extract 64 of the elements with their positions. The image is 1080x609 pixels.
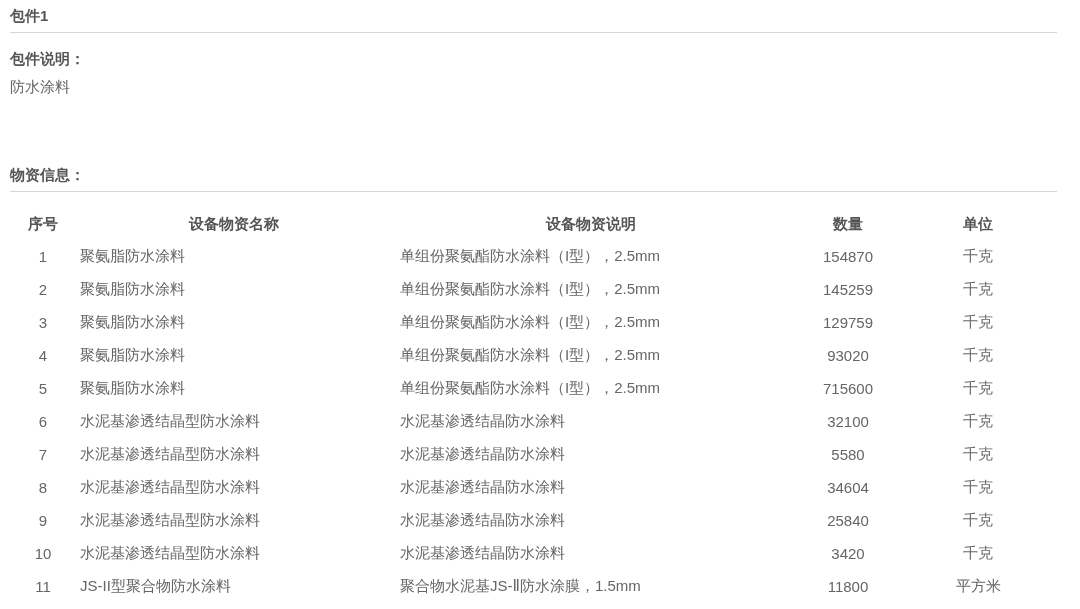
table-cell-text: 3	[37, 313, 49, 333]
table-cell-text: 5	[37, 379, 49, 399]
table-cell-text: 5580	[830, 445, 866, 465]
table-cell-text: 10	[33, 544, 53, 564]
table-cell-text: 11800	[826, 577, 870, 597]
table-cell-text: 32100	[826, 412, 870, 432]
table-cell-text: 水泥基渗透结晶型防水涂料	[79, 477, 261, 497]
table-cell-text: 千克	[962, 543, 994, 563]
table-cell-text: 平方米	[954, 576, 1002, 596]
table-cell-text: 4	[37, 346, 49, 366]
table-cell-text: 715600	[821, 379, 875, 399]
column-header: 单位	[962, 214, 994, 234]
package-title: 包件1	[10, 7, 49, 26]
table-cell-text: 6	[37, 412, 49, 432]
table-cell-text: 单组份聚氨酯防水涂料（I型），2.5mm	[399, 345, 661, 365]
column-header: 数量	[832, 214, 864, 234]
table-cell-text: 千克	[962, 246, 994, 266]
column-header: 设备物资说明	[544, 214, 637, 234]
table-cell-text: 7	[37, 445, 49, 465]
table-cell-text: 千克	[962, 444, 994, 464]
table-cell-text: 千克	[962, 279, 994, 299]
table-cell-text: 2	[37, 280, 49, 300]
table-cell-text: 水泥基渗透结晶型防水涂料	[79, 510, 261, 530]
table-cell-text: JS-II型聚合物防水涂料	[79, 576, 232, 596]
table-cell-text: 单组份聚氨酯防水涂料（I型），2.5mm	[399, 378, 661, 398]
table-cell-text: 水泥基渗透结晶型防水涂料	[79, 411, 261, 431]
section-label: 包件说明：	[10, 50, 86, 69]
table-cell-text: 单组份聚氨酯防水涂料（I型），2.5mm	[399, 279, 661, 299]
table-cell-text: 千克	[962, 477, 994, 497]
table-cell-text: 聚氨脂防水涂料	[79, 279, 186, 299]
table-cell-text: 单组份聚氨酯防水涂料（I型），2.5mm	[399, 246, 661, 266]
table-cell-text: 千克	[962, 411, 994, 431]
table-cell-text: 水泥基渗透结晶防水涂料	[399, 411, 566, 431]
table-cell-text: 34604	[826, 478, 870, 498]
table-cell-text: 聚氨脂防水涂料	[79, 312, 186, 332]
table-cell-text: 单组份聚氨酯防水涂料（I型），2.5mm	[399, 312, 661, 332]
column-header: 序号	[27, 214, 59, 234]
table-cell-text: 聚氨脂防水涂料	[79, 378, 186, 398]
table-cell-text: 9	[37, 511, 49, 531]
table-cell-text: 25840	[826, 511, 870, 531]
table-cell-text: 聚合物水泥基JS-Ⅱ防水涂膜，1.5mm	[399, 576, 642, 596]
column-header: 设备物资名称	[187, 214, 280, 234]
table-cell-text: 水泥基渗透结晶防水涂料	[399, 510, 566, 530]
table-cell-text: 154870	[821, 247, 875, 267]
table-cell-text: 聚氨脂防水涂料	[79, 246, 186, 266]
table-cell-text: 水泥基渗透结晶防水涂料	[399, 477, 566, 497]
table-cell-text: 1	[37, 247, 49, 267]
table-cell-text: 水泥基渗透结晶型防水涂料	[79, 543, 261, 563]
table-cell-text: 聚氨脂防水涂料	[79, 345, 186, 365]
description-text: 防水涂料	[10, 78, 70, 97]
table-cell-text: 千克	[962, 510, 994, 530]
table-cell-text: 145259	[821, 280, 875, 300]
section-label: 物资信息：	[10, 166, 85, 185]
table-cell-text: 3420	[830, 544, 866, 564]
table-cell-text: 千克	[962, 312, 994, 332]
table-cell-text: 水泥基渗透结晶防水涂料	[399, 543, 566, 563]
table-cell-text: 水泥基渗透结晶防水涂料	[399, 444, 566, 464]
table-cell-text: 水泥基渗透结晶型防水涂料	[79, 444, 261, 464]
table-cell-text: 129759	[821, 313, 875, 333]
table-cell-text: 11	[34, 577, 52, 597]
table-cell-text: 千克	[962, 378, 994, 398]
table-cell-text: 8	[37, 478, 49, 498]
table-cell-text: 千克	[962, 345, 994, 365]
table-cell-text: 93020	[826, 346, 870, 366]
